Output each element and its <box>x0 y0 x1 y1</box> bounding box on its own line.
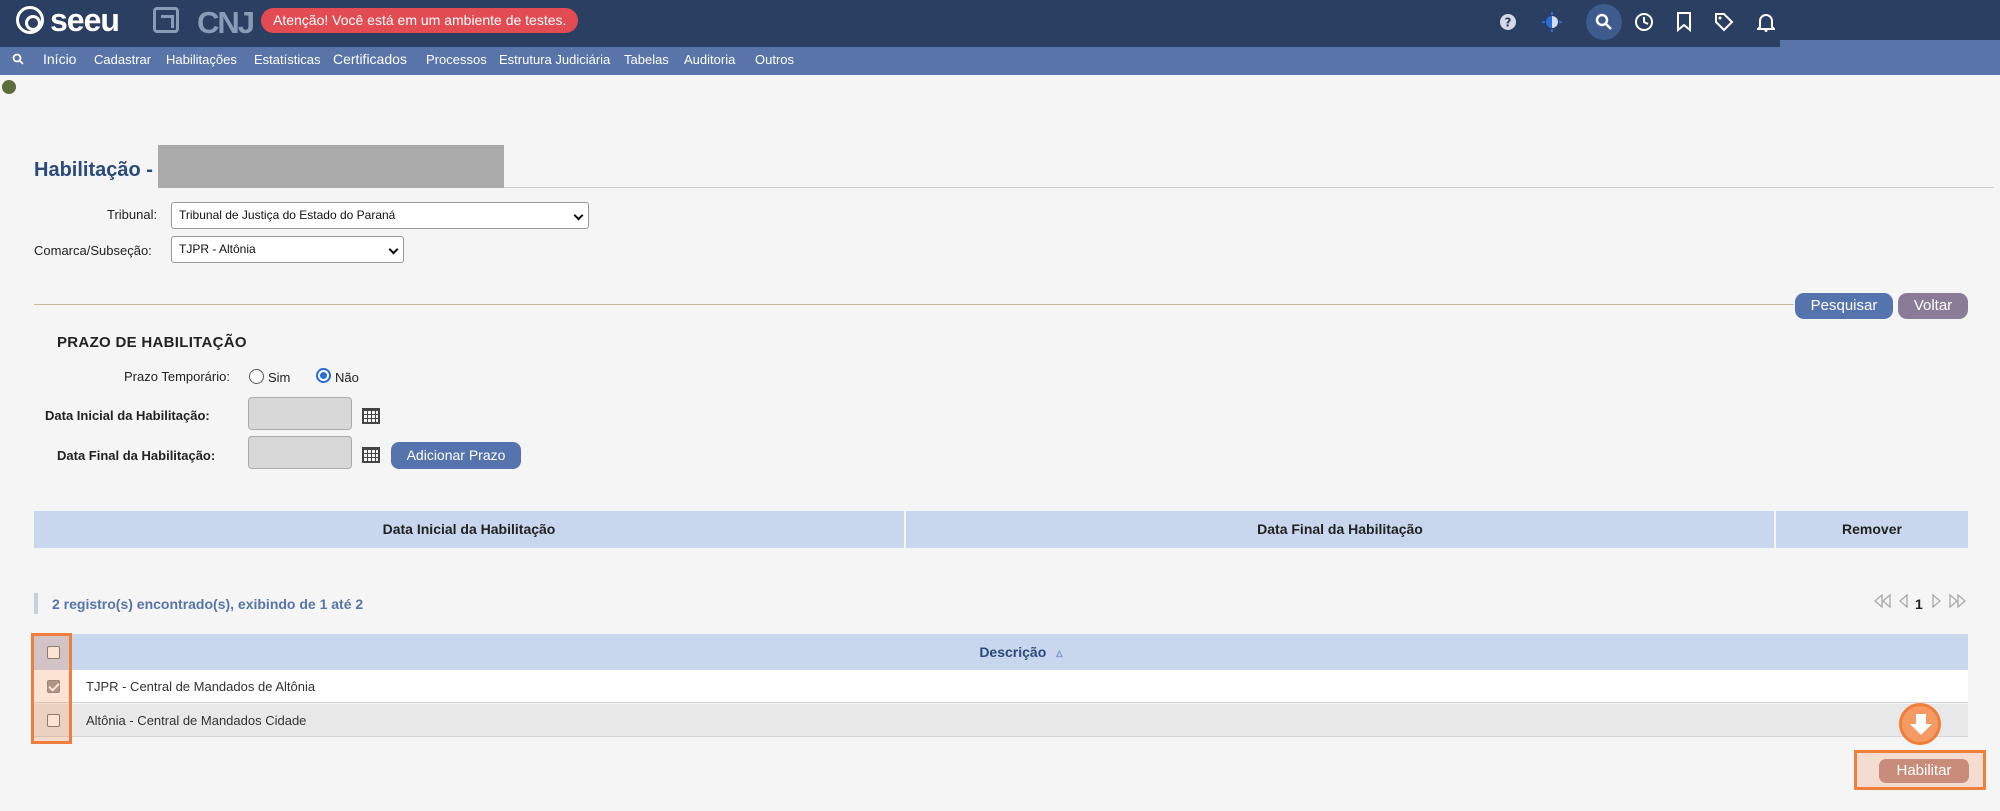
tribunal-label: Tribunal: <box>107 207 158 222</box>
nav-item-estrutura-judiciaria[interactable]: Estrutura Judiciária <box>499 52 610 67</box>
prev-page-icon[interactable] <box>1898 593 1908 611</box>
main-nav: Início Cadastrar Habilitações Estatístic… <box>0 47 2000 75</box>
prazo-section-title: PRAZO DE HABILITAÇÃO <box>57 334 247 351</box>
prazo-sim-label[interactable]: Sim <box>268 370 290 385</box>
pesquisar-button[interactable]: Pesquisar <box>1795 293 1893 319</box>
calendar-icon[interactable] <box>362 447 380 463</box>
table-row[interactable]: TJPR - Central de Mandados de Altônia <box>34 670 1968 703</box>
title-divider <box>504 187 1994 188</box>
top-divider <box>1780 40 2000 47</box>
nav-item-estatisticas[interactable]: Estatísticas <box>254 52 320 67</box>
calendar-icon[interactable] <box>362 408 380 424</box>
results-summary: 2 registro(s) encontrado(s), exibindo de… <box>52 596 364 612</box>
prazo-temporario-label: Prazo Temporário: <box>124 369 230 384</box>
nav-item-tabelas[interactable]: Tabelas <box>624 52 669 67</box>
th-descricao-label: Descrição <box>979 644 1047 660</box>
th-data-final: Data Final da Habilitação <box>906 511 1774 548</box>
nav-search-icon[interactable] <box>12 53 24 68</box>
cnj-logo-text: CNJ <box>197 5 255 40</box>
seeu-logo[interactable]: seeu <box>16 2 120 38</box>
data-final-label: Data Final da Habilitação: <box>57 448 216 463</box>
table-row[interactable]: Altônia - Central de Mandados Cidade <box>34 704 1968 737</box>
th-remover: Remover <box>1776 511 1968 548</box>
tribunal-select[interactable]: Tribunal de Justiça do Estado do Paraná <box>171 202 589 229</box>
nav-item-inicio[interactable]: Início <box>43 51 76 67</box>
tag-icon[interactable] <box>1706 4 1742 40</box>
sort-ascending-icon: ▵ <box>1056 645 1063 660</box>
test-environment-banner: Atenção! Você está em um ambiente de tes… <box>261 8 579 33</box>
cnj-mark-icon <box>153 7 179 33</box>
chevron-down-icon <box>573 210 584 221</box>
data-inicial-label: Data Inicial da Habilitação: <box>45 408 210 423</box>
data-final-input[interactable] <box>248 436 352 469</box>
comarca-select-value: TJPR - Altônia <box>179 242 256 256</box>
results-marker <box>34 593 38 614</box>
row-label: TJPR - Central de Mandados de Altônia <box>86 679 316 694</box>
scroll-down-icon[interactable] <box>1899 703 1941 745</box>
form-divider <box>34 304 1794 305</box>
turtle-icon <box>2 80 16 94</box>
chevron-down-icon <box>388 244 399 255</box>
comarca-label: Comarca/Subseção: <box>34 243 152 258</box>
adicionar-prazo-button[interactable]: Adicionar Prazo <box>391 442 521 469</box>
theme-icon[interactable] <box>1534 4 1570 40</box>
nav-item-outros[interactable]: Outros <box>755 52 794 67</box>
history-icon[interactable] <box>1626 4 1662 40</box>
redacted-name-block <box>158 145 504 188</box>
tribunal-select-value: Tribunal de Justiça do Estado do Paraná <box>179 208 396 222</box>
bookmark-icon[interactable] <box>1666 4 1702 40</box>
nav-item-certificados[interactable]: Certificados <box>333 51 407 67</box>
nav-item-processos[interactable]: Processos <box>426 52 487 67</box>
voltar-button[interactable]: Voltar <box>1898 293 1968 319</box>
last-page-icon[interactable] <box>1949 593 1967 611</box>
th-descricao[interactable]: Descrição ▵ <box>74 634 1968 670</box>
prazo-nao-radio[interactable] <box>316 368 331 383</box>
bell-icon[interactable] <box>1748 4 1784 40</box>
checkbox-column-highlight <box>31 633 72 744</box>
th-data-inicial: Data Inicial da Habilitação <box>34 511 904 548</box>
nav-item-cadastrar[interactable]: Cadastrar <box>94 52 151 67</box>
cnj-logo: CNJ <box>153 5 255 40</box>
search-icon[interactable] <box>1586 4 1622 40</box>
seeu-logo-text: seeu <box>50 2 120 38</box>
svg-text:?: ? <box>1505 16 1512 30</box>
page-title: Habilitação - <box>34 159 153 181</box>
next-page-icon[interactable] <box>1932 593 1942 611</box>
comarca-select[interactable]: TJPR - Altônia <box>171 236 404 263</box>
row-label: Altônia - Central de Mandados Cidade <box>86 713 307 728</box>
prazo-nao-label[interactable]: Não <box>335 370 359 385</box>
seeu-logo-icon <box>16 6 44 34</box>
top-bar: seeu CNJ Atenção! Você está em um ambien… <box>0 0 2000 47</box>
nav-item-habilitacoes[interactable]: Habilitações <box>166 52 237 67</box>
first-page-icon[interactable] <box>1873 593 1891 611</box>
help-icon[interactable]: ? <box>1490 4 1526 40</box>
habilitar-button[interactable]: Habilitar <box>1879 759 1969 783</box>
current-page[interactable]: 1 <box>1915 596 1923 612</box>
data-inicial-input[interactable] <box>248 397 352 430</box>
nav-item-auditoria[interactable]: Auditoria <box>684 52 735 67</box>
prazo-sim-radio[interactable] <box>249 369 264 384</box>
